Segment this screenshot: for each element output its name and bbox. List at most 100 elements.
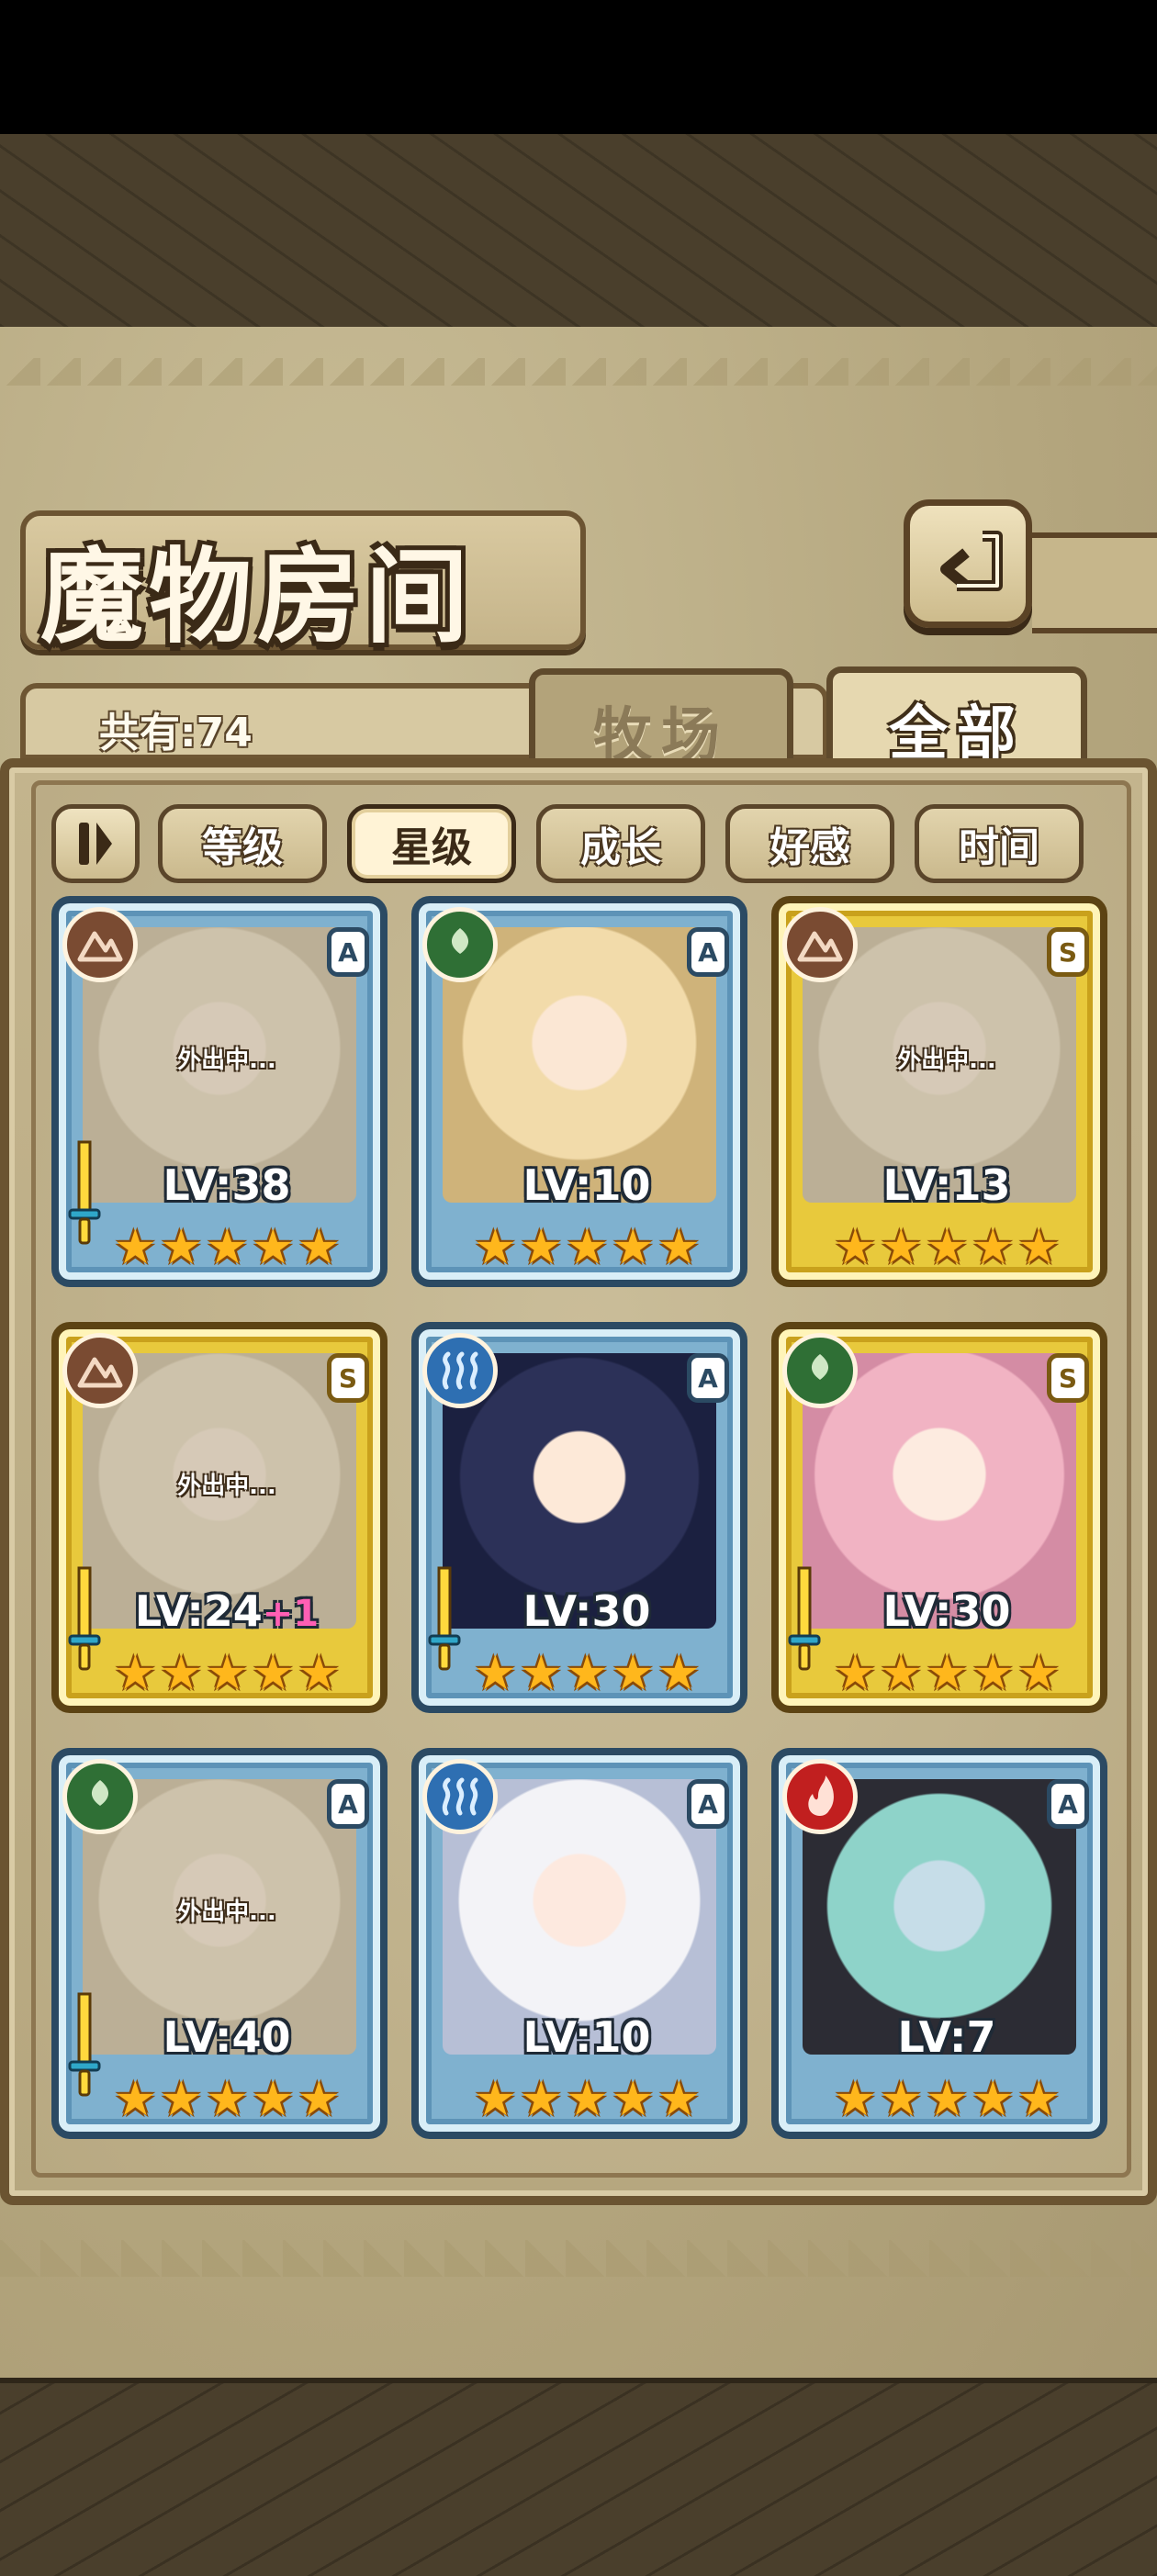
rank-badge: A xyxy=(687,1353,729,1403)
level-label: LV:13 xyxy=(779,1160,1100,1210)
level-value: LV:40 xyxy=(163,2012,291,2062)
star-icon: ★ xyxy=(834,2072,877,2127)
star-rating: ★ ★ ★ ★ ★ xyxy=(834,1215,1061,1280)
level-label: LV:10 xyxy=(419,2012,740,2062)
star-icon: ★ xyxy=(834,1646,877,1701)
earth-icon xyxy=(62,1333,138,1408)
status-bar-area xyxy=(0,0,1157,134)
away-status: 外出中... xyxy=(177,1898,276,1926)
monster-card[interactable]: A LV:10 ★ ★ ★ ★ ★ xyxy=(411,1748,747,2139)
star-icon: ★ xyxy=(926,1220,969,1275)
star-icon: ★ xyxy=(520,2072,563,2127)
level-value: LV:10 xyxy=(522,2012,651,2062)
filter-level[interactable]: 等级 xyxy=(158,804,327,883)
level-value: LV:10 xyxy=(522,1160,651,1210)
rank-badge: A xyxy=(327,927,369,977)
back-button[interactable] xyxy=(904,499,1032,628)
star-rating: ★ ★ ★ ★ ★ xyxy=(474,2067,701,2132)
star-icon: ★ xyxy=(252,1646,295,1701)
level-label: LV:10 xyxy=(419,1160,740,1210)
star-icon: ★ xyxy=(880,1646,923,1701)
monster-card[interactable]: 外出中... S LV:24+1 ★ ★ ★ ★ ★ xyxy=(51,1322,388,1713)
away-status: 外出中... xyxy=(177,1047,276,1074)
star-icon: ★ xyxy=(474,2072,517,2127)
star-icon: ★ xyxy=(972,1646,1015,1701)
star-icon: ★ xyxy=(566,1220,609,1275)
star-rating: ★ ★ ★ ★ ★ xyxy=(834,2067,1061,2132)
monster-card[interactable]: A LV:7 ★ ★ ★ ★ ★ xyxy=(771,1748,1107,2139)
star-icon: ★ xyxy=(612,2072,655,2127)
star-icon: ★ xyxy=(114,1220,157,1275)
star-icon: ★ xyxy=(880,1220,923,1275)
away-status: 外出中... xyxy=(897,1047,996,1074)
rank-badge: A xyxy=(1047,1779,1089,1829)
star-icon: ★ xyxy=(206,1646,249,1701)
away-status: 外出中... xyxy=(177,1473,276,1500)
level-label: LV:7 xyxy=(779,2012,1100,2062)
star-icon: ★ xyxy=(520,1220,563,1275)
star-icon: ★ xyxy=(160,1646,203,1701)
earth-icon xyxy=(782,907,858,982)
level-label: LV:24+1 xyxy=(59,1586,380,1636)
star-icon: ★ xyxy=(657,1220,701,1275)
filter-time[interactable]: 时间 xyxy=(915,804,1084,883)
star-icon: ★ xyxy=(1017,2072,1061,2127)
rank-badge: S xyxy=(1047,1353,1089,1403)
star-icon: ★ xyxy=(1017,1646,1061,1701)
filter-star[interactable]: 星级 xyxy=(347,804,516,883)
star-icon: ★ xyxy=(474,1220,517,1275)
level-value: LV:30 xyxy=(882,1586,1011,1636)
level-label: LV:30 xyxy=(779,1586,1100,1636)
star-icon: ★ xyxy=(206,1220,249,1275)
rank-badge: S xyxy=(327,1353,369,1403)
monster-card[interactable]: 外出中... A LV:38 ★ ★ ★ ★ ★ xyxy=(51,896,388,1287)
rank-badge: A xyxy=(327,1779,369,1829)
star-icon: ★ xyxy=(298,2072,341,2127)
star-icon: ★ xyxy=(880,2072,923,2127)
star-icon: ★ xyxy=(657,1646,701,1701)
star-rating: ★ ★ ★ ★ ★ xyxy=(114,1641,341,1706)
star-icon: ★ xyxy=(206,2072,249,2127)
star-icon: ★ xyxy=(972,2072,1015,2127)
sort-toggle-icon xyxy=(79,823,112,865)
level-value: LV:7 xyxy=(897,2012,996,2062)
monster-card[interactable]: 外出中... A LV:40 ★ ★ ★ ★ ★ xyxy=(51,1748,388,2139)
sort-order-button[interactable] xyxy=(51,804,140,883)
star-icon: ★ xyxy=(252,1220,295,1275)
level-value: LV:24 xyxy=(134,1586,263,1636)
level-label: LV:40 xyxy=(59,2012,380,2062)
fire-icon xyxy=(782,1759,858,1834)
star-icon: ★ xyxy=(298,1220,341,1275)
level-value: LV:13 xyxy=(882,1160,1011,1210)
star-icon: ★ xyxy=(566,1646,609,1701)
monster-card[interactable]: A LV:30 ★ ★ ★ ★ ★ xyxy=(411,1322,747,1713)
wood-icon xyxy=(782,1333,858,1408)
star-icon: ★ xyxy=(520,1646,563,1701)
page-title: 魔物房间 xyxy=(40,537,474,657)
monster-card[interactable]: A LV:10 ★ ★ ★ ★ ★ xyxy=(411,896,747,1287)
monster-card[interactable]: 外出中... S LV:13 ★ ★ ★ ★ ★ xyxy=(771,896,1107,1287)
wood-icon xyxy=(422,907,498,982)
star-icon: ★ xyxy=(160,1220,203,1275)
filter-growth[interactable]: 成长 xyxy=(536,804,705,883)
map-background-top xyxy=(0,134,1157,332)
star-rating: ★ ★ ★ ★ ★ xyxy=(834,1641,1061,1706)
star-icon: ★ xyxy=(252,2072,295,2127)
monster-card[interactable]: S LV:30 ★ ★ ★ ★ ★ xyxy=(771,1322,1107,1713)
level-label: LV:38 xyxy=(59,1160,380,1210)
level-bonus: +1 xyxy=(262,1593,320,1635)
star-icon: ★ xyxy=(612,1646,655,1701)
star-icon: ★ xyxy=(657,2072,701,2127)
star-icon: ★ xyxy=(298,1646,341,1701)
star-rating: ★ ★ ★ ★ ★ xyxy=(114,2067,341,2132)
star-icon: ★ xyxy=(612,1220,655,1275)
star-icon: ★ xyxy=(834,1220,877,1275)
star-icon: ★ xyxy=(926,2072,969,2127)
star-icon: ★ xyxy=(474,1646,517,1701)
star-icon: ★ xyxy=(160,2072,203,2127)
rank-badge: A xyxy=(687,1779,729,1829)
earth-icon xyxy=(62,907,138,982)
star-icon: ★ xyxy=(114,2072,157,2127)
water-icon xyxy=(422,1333,498,1408)
filter-affection[interactable]: 好感 xyxy=(725,804,894,883)
